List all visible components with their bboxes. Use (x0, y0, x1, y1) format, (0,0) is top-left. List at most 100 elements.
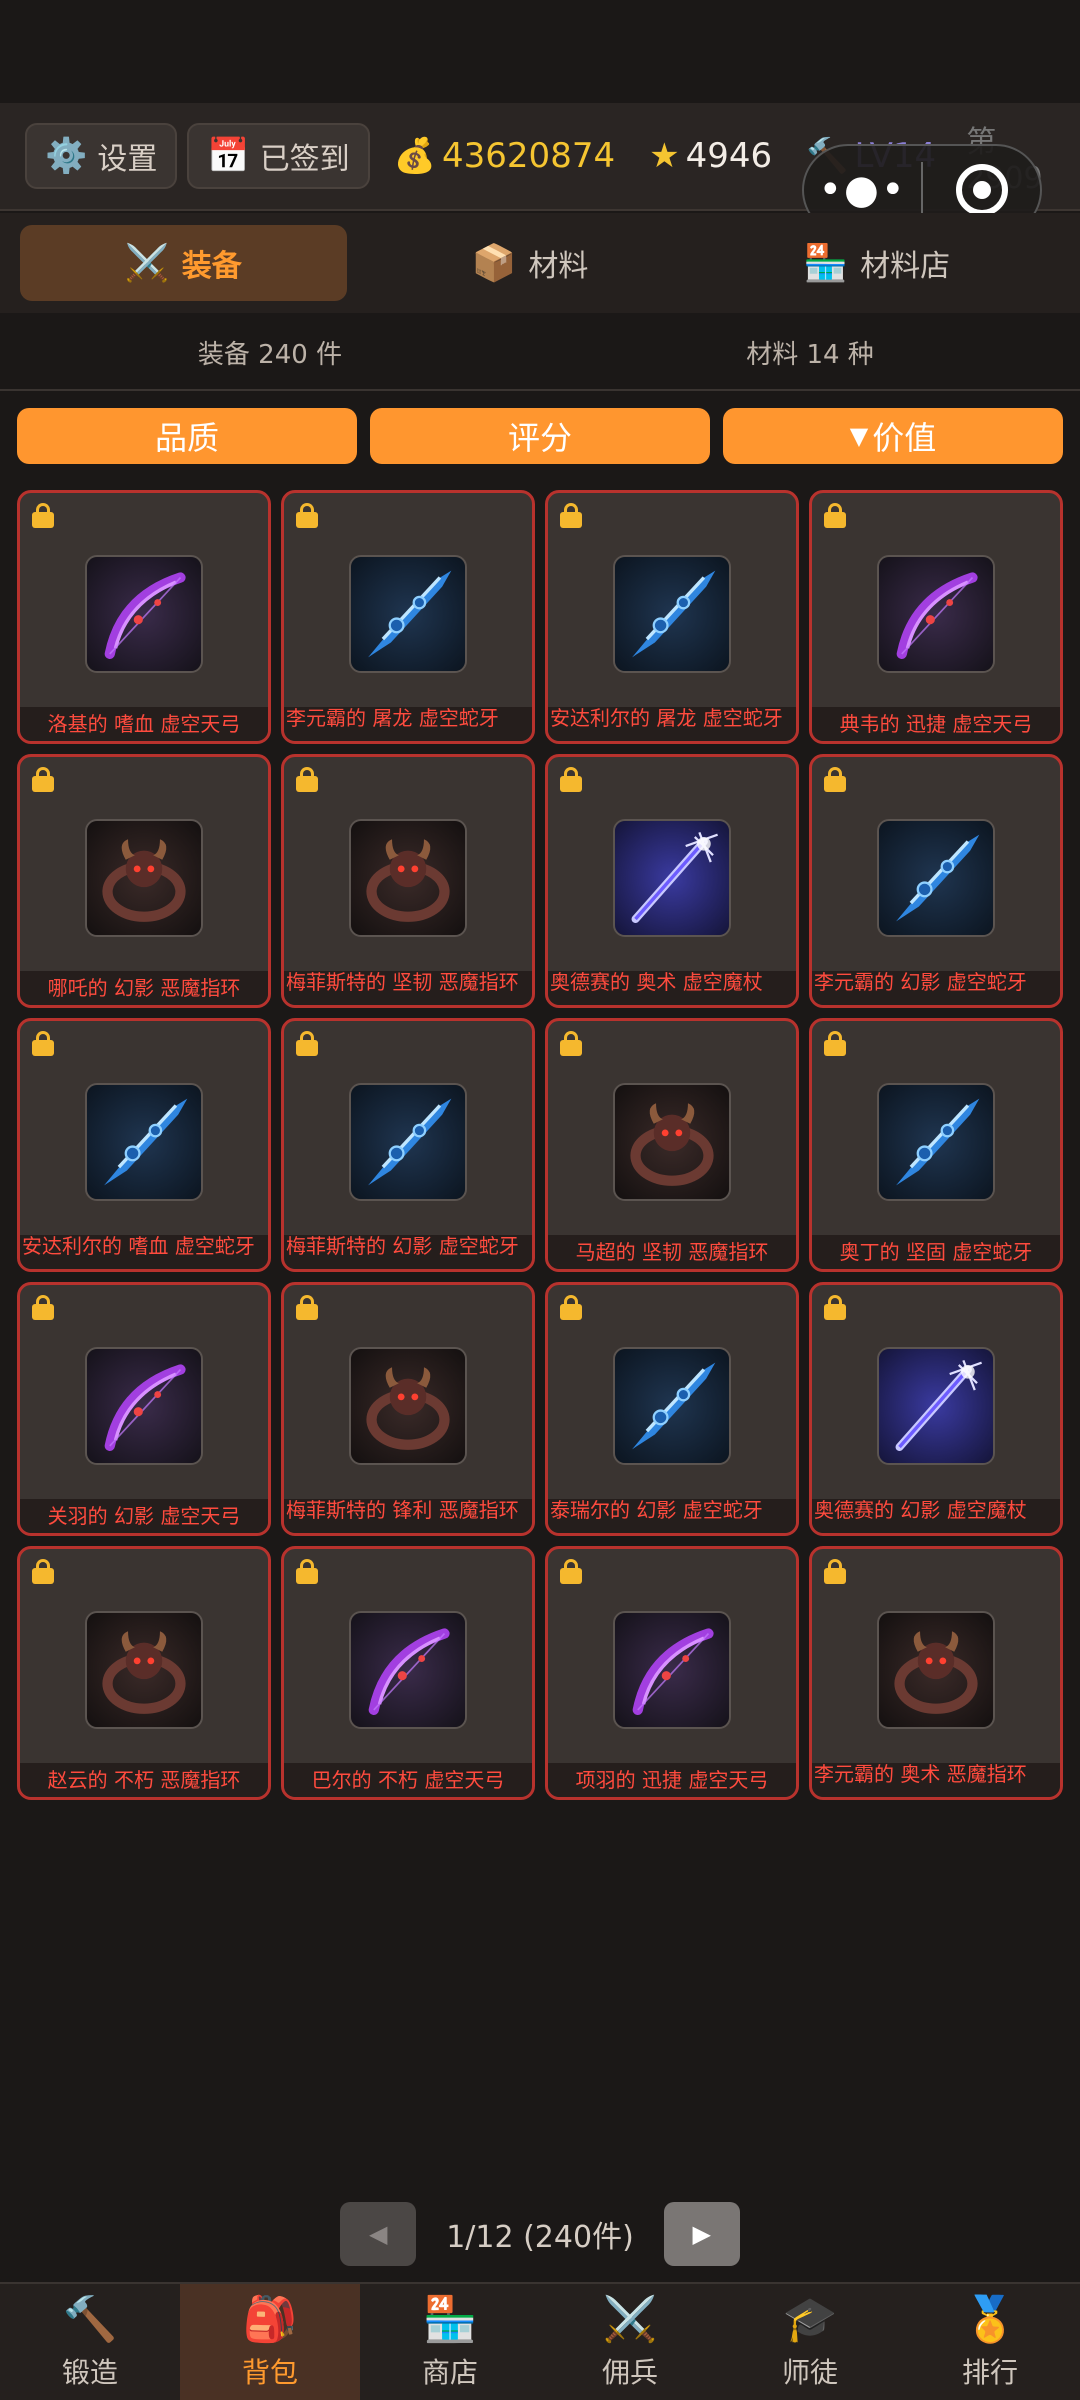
star-icon: ★ (649, 136, 680, 176)
item-card[interactable]: 梅菲斯特的 幻影 虚空蛇牙 (281, 1018, 535, 1272)
crossed-swords-icon: ⚔️ (602, 2294, 658, 2345)
item-card[interactable]: 梅菲斯特的 锋利 恶魔指环 (281, 1282, 535, 1536)
fang-item-icon (613, 555, 731, 673)
item-card[interactable]: 关羽的 幻影 虚空天弓 (17, 1282, 271, 1536)
tab-materials-label: 材料 (528, 249, 589, 284)
item-card[interactable]: 安达利尔的 嗜血 虚空蛇牙 (17, 1018, 271, 1272)
lock-icon (820, 501, 850, 531)
item-card[interactable]: 奥德赛的 幻影 虚空魔杖 (809, 1282, 1063, 1536)
more-menu-icon[interactable]: •●• (804, 167, 921, 213)
sort-value-label: 价值 (872, 419, 937, 457)
item-card[interactable]: 典韦的 迅捷 虚空天弓 (809, 490, 1063, 744)
item-card[interactable]: 安达利尔的 屠龙 虚空蛇牙 (545, 490, 799, 744)
item-name: 马超的 坚韧 恶魔指环 (548, 1235, 796, 1269)
ring-item-icon (85, 819, 203, 937)
checkin-button[interactable]: 📅 已签到 (187, 123, 370, 189)
item-card[interactable]: 赵云的 不朽 恶魔指环 (17, 1546, 271, 1800)
lock-icon (556, 1293, 586, 1323)
lock-icon (820, 1557, 850, 1587)
prev-page-button[interactable]: ◀ (340, 2202, 417, 2266)
material-count: 材料 14 种 (746, 339, 874, 370)
nav-mentorship[interactable]: 🎓 师徒 (720, 2284, 900, 2400)
item-card[interactable]: 梅菲斯特的 坚韧 恶魔指环 (281, 754, 535, 1008)
nav-backpack[interactable]: 🎒 背包 (180, 2284, 360, 2400)
star-counter: ★ 4946 (649, 136, 772, 176)
lock-icon (556, 501, 586, 531)
pagination: ◀ 1/12 (240件) ▶ (0, 2202, 1080, 2266)
bow-item-icon (613, 1611, 731, 1729)
item-card[interactable]: 项羽的 迅捷 虚空天弓 (545, 1546, 799, 1800)
backpack-icon: 🎒 (242, 2294, 298, 2345)
item-name: 巴尔的 不朽 虚空天弓 (284, 1763, 532, 1797)
sort-quality-label: 品质 (154, 419, 219, 457)
gold-counter: 💰 43620874 (394, 136, 615, 176)
nav-forge-label: 锻造 (61, 2356, 118, 2389)
lock-icon (292, 501, 322, 531)
bow-item-icon (85, 555, 203, 673)
tab-material-shop-label: 材料店 (860, 249, 951, 284)
calendar-icon: 📅 (207, 136, 250, 176)
sort-score-label: 评分 (507, 419, 572, 457)
fang-item-icon (349, 555, 467, 673)
item-card[interactable]: 巴尔的 不朽 虚空天弓 (281, 1546, 535, 1800)
item-name: 奥丁的 坚固 虚空蛇牙 (812, 1235, 1060, 1269)
lock-icon (292, 1029, 322, 1059)
tab-material-shop[interactable]: 🏪 材料店 (713, 225, 1040, 301)
item-card[interactable]: 泰瑞尔的 幻影 虚空蛇牙 (545, 1282, 799, 1536)
item-name: 李元霸的 屠龙 虚空蛇牙 (284, 707, 532, 741)
item-card[interactable]: 李元霸的 屠龙 虚空蛇牙 (281, 490, 535, 744)
sort-desc-icon: ▼ (849, 422, 869, 450)
item-card[interactable]: 洛基的 嗜血 虚空天弓 (17, 490, 271, 744)
sort-bar: 品质 评分 ▼ 价值 (17, 408, 1063, 464)
staff-item-icon (613, 819, 731, 937)
item-name: 李元霸的 幻影 虚空蛇牙 (812, 971, 1060, 1005)
equipment-count: 装备 240 件 (197, 339, 343, 370)
close-miniprogram-button[interactable] (923, 164, 1040, 216)
tab-equipment-label: 装备 (181, 249, 242, 284)
item-name: 赵云的 不朽 恶魔指环 (20, 1763, 268, 1797)
tab-equipment[interactable]: ⚔️ 装备 (20, 225, 347, 301)
sort-quality-button[interactable]: 品质 (17, 408, 357, 464)
shop-icon: 🏪 (803, 243, 849, 284)
nav-backpack-label: 背包 (241, 2356, 298, 2389)
item-name: 安达利尔的 嗜血 虚空蛇牙 (20, 1235, 268, 1269)
ring-item-icon (349, 1347, 467, 1465)
settings-label: 设置 (97, 142, 158, 177)
item-card[interactable]: 李元霸的 幻影 虚空蛇牙 (809, 754, 1063, 1008)
nav-mercenary[interactable]: ⚔️ 佣兵 (540, 2284, 720, 2400)
lock-icon (820, 1293, 850, 1323)
sort-score-button[interactable]: 评分 (370, 408, 710, 464)
item-card[interactable]: 奥德赛的 奥术 虚空魔杖 (545, 754, 799, 1008)
staff-item-icon (877, 1347, 995, 1465)
sort-value-button[interactable]: ▼ 价值 (723, 408, 1063, 464)
money-bag-icon: 💰 (393, 136, 437, 176)
item-card[interactable]: 马超的 坚韧 恶魔指环 (545, 1018, 799, 1272)
tab-materials[interactable]: 📦 材料 (367, 225, 694, 301)
settings-button[interactable]: ⚙️ 设置 (25, 123, 178, 189)
item-name: 项羽的 迅捷 虚空天弓 (548, 1763, 796, 1797)
inventory-counts: 装备 240 件 材料 14 种 (0, 315, 1080, 391)
next-page-button[interactable]: ▶ (663, 2202, 740, 2266)
ring-item-icon (613, 1083, 731, 1201)
lock-icon (28, 501, 58, 531)
lock-icon (556, 765, 586, 795)
item-name: 洛基的 嗜血 虚空天弓 (20, 707, 268, 741)
graduation-cap-icon: 🎓 (782, 2294, 838, 2345)
fang-item-icon (85, 1083, 203, 1201)
item-card[interactable]: 哪吒的 幻影 恶魔指环 (17, 754, 271, 1008)
nav-forge[interactable]: 🔨 锻造 (0, 2284, 180, 2400)
box-icon: 📦 (471, 243, 517, 284)
gold-value: 43620874 (442, 136, 616, 176)
item-name: 李元霸的 奥术 恶魔指环 (812, 1763, 1060, 1797)
nav-ranking[interactable]: 🏅 排行 (900, 2284, 1080, 2400)
checkin-label: 已签到 (259, 142, 350, 177)
lock-icon (292, 765, 322, 795)
nav-mercenary-label: 佣兵 (601, 2356, 658, 2389)
lock-icon (556, 1029, 586, 1059)
lock-icon (28, 765, 58, 795)
item-card[interactable]: 李元霸的 奥术 恶魔指环 (809, 1546, 1063, 1800)
lock-icon (28, 1029, 58, 1059)
nav-shop[interactable]: 🏪 商店 (360, 2284, 540, 2400)
fang-item-icon (877, 819, 995, 937)
item-card[interactable]: 奥丁的 坚固 虚空蛇牙 (809, 1018, 1063, 1272)
